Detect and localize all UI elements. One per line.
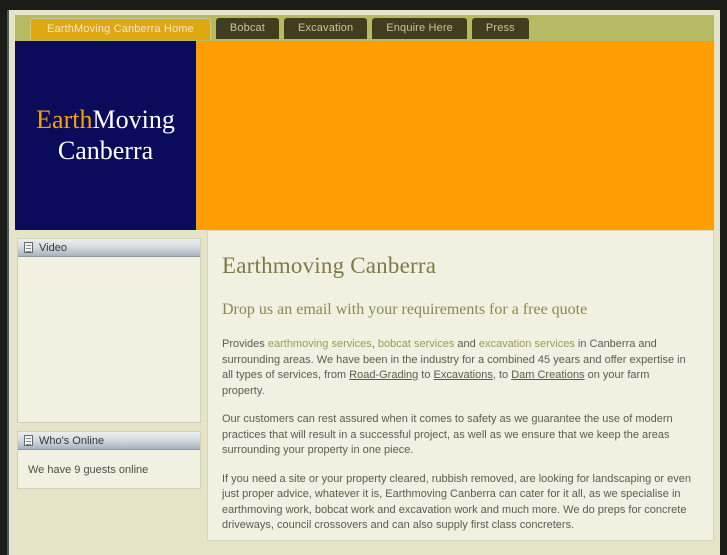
logo-earth-text: Earth <box>36 104 93 134</box>
link-excavations[interactable]: Excavations <box>434 369 493 381</box>
paragraph-intro: Provides earthmoving services, bobcat se… <box>222 337 691 399</box>
main-content: Earthmoving Canberra Drop us an email wi… <box>207 230 714 541</box>
link-road-grading[interactable]: Road-Grading <box>349 369 418 381</box>
link-excavation-services[interactable]: excavation services <box>479 338 575 350</box>
module-video-body <box>18 257 200 422</box>
intro-text-f: , to <box>492 369 512 381</box>
nav-tab-home[interactable]: EarthMoving Canberra Home <box>30 18 211 40</box>
module-whos-online: Who's Online We have 9 guests online <box>17 431 201 489</box>
page-frame: EarthMoving Canberra Home Bobcat Excavat… <box>7 10 720 555</box>
module-whos-online-body: We have 9 guests online <box>28 464 149 476</box>
page-subtitle: Drop us an email with your requirements … <box>222 301 588 318</box>
module-video-title: Video <box>39 241 67 254</box>
document-icon <box>24 435 33 446</box>
main-navigation: EarthMoving Canberra Home Bobcat Excavat… <box>15 15 714 41</box>
paragraph-services: If you need a site or your property clea… <box>222 472 691 532</box>
document-icon <box>24 242 33 253</box>
banner-image-area <box>196 41 714 230</box>
page-title: Earthmoving Canberra <box>222 253 437 278</box>
nav-tab-press[interactable]: Press <box>471 18 529 39</box>
module-whos-online-title: Who's Online <box>39 434 105 447</box>
paragraph-safety: Our customers can rest assured when it c… <box>222 413 673 456</box>
intro-text-c: and <box>454 338 479 350</box>
logo-moving-text: Moving <box>92 104 175 134</box>
module-video: Video <box>17 238 201 423</box>
nav-tab-bobcat[interactable]: Bobcat <box>215 18 279 39</box>
page-body: Video Who's Online We have 9 guests onli… <box>15 230 714 541</box>
logo-canberra-text: Canberra <box>57 135 154 165</box>
link-dam-creations[interactable]: Dam Creations <box>511 369 584 381</box>
intro-text-e: to <box>418 369 434 381</box>
logo-line-one: EarthMoving <box>36 105 175 136</box>
intro-text-a: Provides <box>222 338 268 350</box>
module-video-header: Video <box>18 239 200 257</box>
site-banner: EarthMoving Canberra <box>15 41 714 230</box>
nav-tab-enquire-here[interactable]: Enquire Here <box>372 18 467 39</box>
sidebar: Video Who's Online We have 9 guests onli… <box>15 230 205 541</box>
nav-tab-excavation[interactable]: Excavation <box>283 18 368 39</box>
link-earthmoving-services[interactable]: earthmoving services <box>268 338 372 350</box>
site-logo[interactable]: EarthMoving Canberra <box>15 41 196 230</box>
link-bobcat-services[interactable]: bobcat services <box>378 338 454 350</box>
module-whos-online-header: Who's Online <box>18 432 200 450</box>
